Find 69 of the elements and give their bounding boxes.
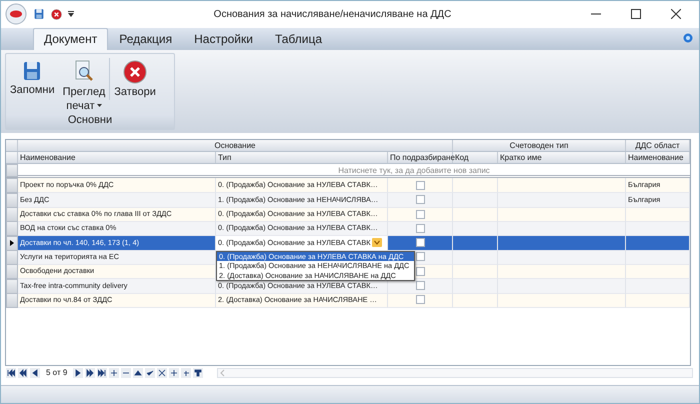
column-header[interactable]: Тип	[216, 152, 388, 164]
column-header[interactable]: Наименование	[18, 152, 216, 164]
ribbon-tab[interactable]: Редакция	[108, 28, 184, 50]
checkbox[interactable]	[416, 238, 424, 248]
column-header[interactable]: По подразбиране	[388, 152, 453, 164]
band-header: ДДС област	[626, 140, 690, 152]
navigator-button[interactable]	[181, 368, 192, 378]
window-title: Основания за начисляване/неначисляване на ДДС	[212, 8, 452, 20]
navigator-button[interactable]	[121, 368, 132, 378]
band-header: Основание	[18, 140, 453, 152]
filter-icon	[194, 368, 202, 377]
navigator-button[interactable]	[30, 368, 40, 378]
first-record-icon	[7, 368, 15, 377]
previous-record-icon	[31, 368, 39, 377]
band-header: Счетоводен тип	[453, 140, 626, 152]
insert-icon	[110, 368, 118, 377]
last-record-icon	[98, 368, 106, 377]
column-header[interactable]: Наименование	[626, 152, 690, 164]
ribbon-tab[interactable]: Настройки	[183, 28, 264, 50]
new-row-hint[interactable]: Натиснете тук, за да добавите нов запис	[18, 164, 690, 178]
ribbon-tab[interactable]: Таблица	[264, 28, 334, 50]
ribbon-button[interactable]: Запомни	[6, 58, 59, 98]
customize-menu-icon[interactable]	[68, 11, 74, 18]
horizontal-scrollbar[interactable]	[217, 368, 693, 378]
app-logo-icon[interactable]	[5, 3, 27, 26]
navigator-button[interactable]	[109, 368, 120, 378]
ribbon-tab[interactable]: Документ	[33, 28, 108, 50]
copy-icon	[182, 368, 190, 377]
maximize-icon[interactable]	[631, 9, 641, 20]
record-position: 5 от 9	[45, 368, 68, 378]
close-icon	[123, 60, 148, 84]
next-page-icon	[86, 368, 94, 377]
append-icon	[170, 368, 178, 377]
previous-page-icon	[19, 368, 27, 377]
navigator-button[interactable]	[85, 368, 96, 378]
cancel-icon	[158, 368, 166, 377]
navigator-button[interactable]	[193, 368, 204, 378]
column-header[interactable]: Код	[453, 152, 498, 164]
column-header[interactable]: Кратко име	[498, 152, 626, 164]
checkbox[interactable]	[416, 266, 424, 276]
table-cell	[626, 292, 690, 308]
ribbon-button[interactable]: Затвори	[109, 58, 160, 100]
current-row-icon	[10, 240, 14, 246]
dropdown-button-icon[interactable]	[372, 238, 382, 248]
close-icon	[51, 8, 62, 20]
navigator-button[interactable]	[145, 368, 156, 378]
row-indicator[interactable]	[6, 236, 18, 251]
help-icon[interactable]	[683, 32, 693, 43]
checkbox[interactable]	[416, 224, 424, 233]
confirm-icon	[146, 368, 154, 377]
table-cell	[626, 236, 690, 251]
edit-icon	[134, 368, 142, 377]
navigator-button[interactable]	[6, 368, 16, 378]
navigator-button[interactable]	[169, 368, 180, 378]
checkbox[interactable]	[416, 281, 424, 290]
navigator-button[interactable]	[133, 368, 144, 378]
checkbox[interactable]	[416, 210, 424, 219]
group-label: Основни	[6, 114, 174, 130]
checkbox[interactable]	[416, 295, 424, 304]
navigator-button[interactable]	[18, 368, 28, 378]
next-record-icon	[74, 368, 82, 377]
navigator-button[interactable]	[157, 368, 168, 378]
close-icon[interactable]	[671, 9, 681, 20]
checkbox[interactable]	[416, 195, 424, 204]
checkbox[interactable]	[416, 252, 424, 262]
navigator-button[interactable]	[97, 368, 108, 378]
checkbox[interactable]	[416, 180, 424, 190]
ribbon-button[interactable]: Преглед печат	[58, 58, 110, 114]
navigator-button[interactable]	[73, 368, 84, 378]
